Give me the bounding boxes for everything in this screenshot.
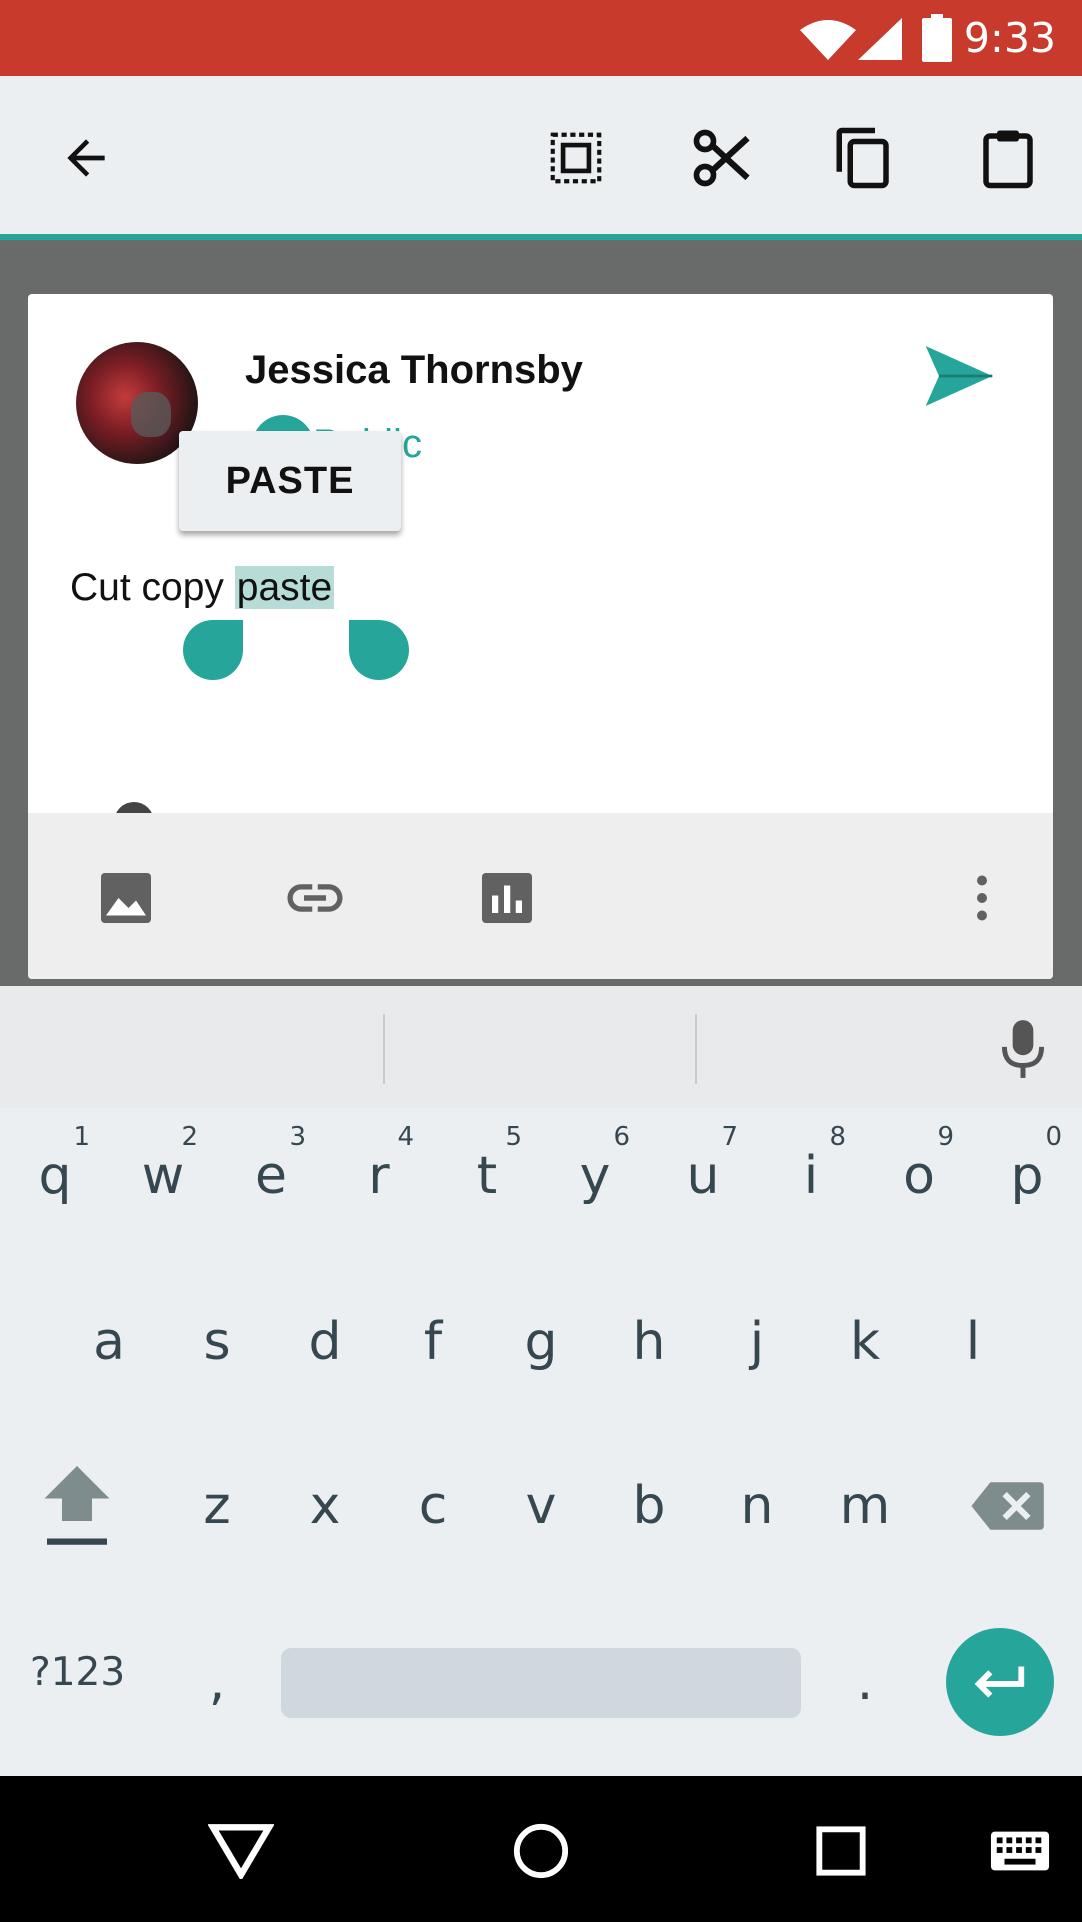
shift-key[interactable]	[22, 1446, 132, 1566]
key-l[interactable]: l	[920, 1282, 1026, 1402]
send-icon[interactable]	[919, 336, 999, 416]
key-f[interactable]: f	[380, 1282, 486, 1402]
key-a[interactable]: a	[56, 1282, 162, 1402]
key-b[interactable]: b	[596, 1446, 702, 1566]
comma-key[interactable]: ,	[164, 1622, 270, 1742]
cell-signal-icon	[858, 18, 902, 60]
battery-icon	[922, 14, 952, 62]
clock: 9:33	[963, 14, 1056, 62]
symbols-key[interactable]: ?123	[30, 1650, 125, 1695]
key-n[interactable]: n	[704, 1446, 810, 1566]
post-text: Cut copy	[70, 566, 235, 609]
key-v[interactable]: v	[488, 1446, 594, 1566]
card-toolbar	[28, 813, 1053, 979]
key-c[interactable]: c	[380, 1446, 486, 1566]
key-k[interactable]: k	[812, 1282, 918, 1402]
link-icon	[287, 884, 343, 912]
post-text-field[interactable]: Cut copy paste	[70, 566, 335, 610]
key-y[interactable]: y6	[542, 1116, 648, 1236]
microphone-icon[interactable]	[998, 1018, 1048, 1080]
period-key[interactable]: .	[812, 1622, 918, 1742]
paste-icon	[983, 130, 1033, 189]
key-z[interactable]: z	[164, 1446, 270, 1566]
triangle-back-icon	[208, 1824, 274, 1879]
selection-start-handle[interactable]	[183, 620, 243, 680]
cut-icon	[693, 129, 750, 187]
copy-icon	[836, 127, 889, 189]
key-w[interactable]: w2	[110, 1116, 216, 1236]
key-x[interactable]: x	[272, 1446, 378, 1566]
image-icon	[101, 873, 151, 923]
nav-back-button[interactable]	[196, 1806, 286, 1896]
selection-end-handle[interactable]	[349, 620, 409, 680]
key-d[interactable]: d	[272, 1282, 378, 1402]
paste-button[interactable]	[964, 114, 1052, 202]
keyboard-icon	[990, 1831, 1050, 1871]
wifi-icon	[800, 20, 856, 60]
enter-icon	[974, 1666, 1025, 1698]
key-q[interactable]: q1	[2, 1116, 108, 1236]
more-vert-icon	[977, 875, 987, 921]
text-selection-action-bar	[0, 76, 1082, 240]
poll-icon	[482, 873, 532, 923]
select-all-icon	[550, 132, 602, 184]
key-i[interactable]: i8	[758, 1116, 864, 1236]
backspace-key[interactable]	[952, 1446, 1062, 1566]
suggestion-strip	[0, 986, 1082, 1108]
square-recents-icon	[816, 1826, 866, 1876]
author-name: Jessica Thornsby	[245, 348, 583, 392]
key-h[interactable]: h	[596, 1282, 702, 1402]
key-t[interactable]: t5	[434, 1116, 540, 1236]
keyboard-switch-button[interactable]	[975, 1806, 1065, 1896]
system-nav-bar	[0, 1776, 1082, 1922]
arrow-left-icon	[67, 139, 105, 177]
backspace-icon	[971, 1482, 1044, 1530]
enter-key[interactable]	[946, 1628, 1054, 1736]
key-e[interactable]: e3	[218, 1116, 324, 1236]
status-bar: 9:33	[0, 0, 1082, 76]
cut-button[interactable]	[678, 114, 766, 202]
select-all-button[interactable]	[532, 114, 620, 202]
key-g[interactable]: g	[488, 1282, 594, 1402]
paste-popup-label: PASTE	[225, 459, 355, 502]
key-s[interactable]: s	[164, 1282, 270, 1402]
nav-home-button[interactable]	[496, 1806, 586, 1896]
key-r[interactable]: r4	[326, 1116, 432, 1236]
key-o[interactable]: o9	[866, 1116, 972, 1236]
key-u[interactable]: u7	[650, 1116, 756, 1236]
circle-home-icon	[513, 1823, 569, 1879]
suggestion-divider	[383, 1014, 385, 1084]
space-bar[interactable]	[281, 1648, 801, 1718]
back-button[interactable]	[42, 114, 130, 202]
paste-popup-button[interactable]: PASTE	[179, 431, 401, 531]
add-link-button[interactable]	[282, 865, 348, 931]
shift-icon	[44, 1466, 110, 1545]
nav-recents-button[interactable]	[796, 1806, 886, 1896]
more-options-button[interactable]	[949, 865, 1015, 931]
key-p[interactable]: p0	[974, 1116, 1080, 1236]
add-image-button[interactable]	[93, 865, 159, 931]
key-m[interactable]: m	[812, 1446, 918, 1566]
compose-card: Jessica Thornsby Public Cut copy paste P…	[28, 294, 1053, 979]
soft-keyboard: q1 w2 e3 r4 t5 y6 u7 i8 o9 p0 a s d f g …	[0, 986, 1082, 1776]
suggestion-divider	[695, 1014, 697, 1084]
key-j[interactable]: j	[704, 1282, 810, 1402]
add-poll-button[interactable]	[474, 865, 540, 931]
selected-text: paste	[234, 566, 335, 609]
copy-button[interactable]	[820, 114, 908, 202]
